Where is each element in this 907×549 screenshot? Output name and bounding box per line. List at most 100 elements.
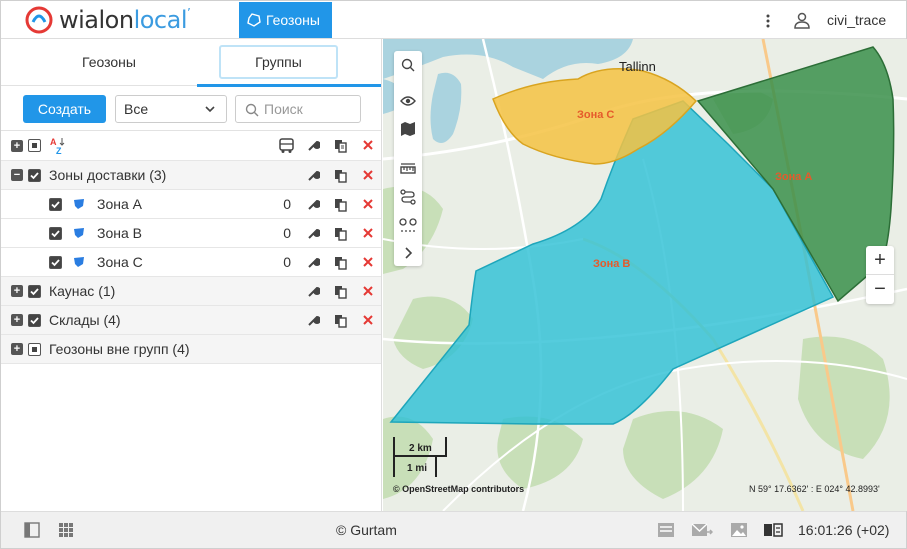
wrench-icon[interactable]	[307, 285, 320, 298]
delete-icon[interactable]	[362, 256, 374, 268]
copy-icon[interactable]	[334, 198, 347, 212]
group-row-ungrouped[interactable]: + Геозоны вне групп (4)	[1, 335, 381, 364]
polygon-icon	[73, 198, 85, 210]
ruler-icon[interactable]	[394, 155, 422, 183]
wrench-icon[interactable]	[307, 139, 320, 152]
group-row-warehouses[interactable]: + Склады (4)	[1, 306, 381, 335]
delete-icon[interactable]	[362, 227, 374, 239]
unit-count: 0	[283, 225, 291, 241]
delete-all-icon[interactable]	[362, 139, 374, 151]
zone-label-c[interactable]: Зона C	[577, 109, 614, 121]
cursor-coordinates: N 59° 17.6362' : E 024° 42.8993'	[749, 484, 880, 494]
copy-icon[interactable]	[334, 285, 347, 299]
wrench-icon[interactable]	[307, 169, 320, 182]
wrench-icon[interactable]	[307, 227, 320, 240]
zone-label-b[interactable]: Зона B	[593, 258, 630, 270]
layout-icon[interactable]	[763, 522, 783, 538]
logo-word-1: wialon	[59, 6, 134, 34]
tree-header-row: + AZ	[1, 131, 381, 161]
zoom-out-button[interactable]: −	[866, 275, 894, 304]
eye-icon[interactable]	[394, 87, 422, 115]
copy-properties-icon[interactable]	[334, 139, 347, 153]
wrench-icon[interactable]	[307, 256, 320, 269]
logo[interactable]: wialonlocal’	[25, 6, 191, 34]
image-icon[interactable]	[730, 522, 748, 538]
wrench-icon[interactable]	[307, 314, 320, 327]
scale-km-label: 2 km	[409, 443, 432, 454]
geofence-row-zone-b[interactable]: Зона B 0	[1, 219, 381, 248]
more-menu-icon[interactable]	[758, 11, 778, 31]
select-all-checkbox[interactable]	[28, 139, 41, 152]
copy-icon[interactable]	[334, 169, 347, 183]
copy-icon[interactable]	[334, 256, 347, 270]
group-name: Геозоны вне групп (4)	[49, 341, 190, 357]
delete-icon[interactable]	[362, 314, 374, 326]
collapse-icon[interactable]: −	[11, 169, 23, 181]
search-placeholder: Поиск	[264, 101, 303, 117]
scale-mi-label: 1 mi	[407, 463, 428, 474]
group-checkbox[interactable]	[28, 343, 41, 356]
sort-az-icon[interactable]: AZ	[50, 137, 66, 155]
map-view[interactable]: Tallinn Зона C Зона A Зона B + − 2 km 1 …	[383, 39, 907, 511]
group-name: Склады (4)	[49, 312, 121, 328]
group-row-kaunas[interactable]: + Каунас (1)	[1, 277, 381, 306]
geofence-name: Зона B	[97, 225, 142, 241]
delete-icon[interactable]	[362, 169, 374, 181]
search-icon	[245, 103, 259, 117]
wrench-icon[interactable]	[307, 198, 320, 211]
panel-toggle-icon[interactable]	[24, 522, 40, 538]
logo-text: wialonlocal’	[59, 6, 191, 34]
group-tree: + AZ − Зоны доставки (3) Зона A 0 Зона B…	[1, 131, 381, 364]
geofence-panel: Геозоны Группы Создать Все Поиск + AZ − …	[1, 39, 382, 511]
map-attribution[interactable]: © OpenStreetMap contributors	[393, 484, 524, 494]
filter-select-value: Все	[124, 101, 149, 117]
copy-icon[interactable]	[334, 227, 347, 241]
messages-icon[interactable]	[691, 522, 713, 538]
copy-icon[interactable]	[334, 314, 347, 328]
tab-geofences[interactable]: Геозоны	[41, 45, 177, 79]
map-search-icon[interactable]	[394, 51, 422, 79]
bus-icon[interactable]	[278, 138, 295, 154]
geofence-row-zone-c[interactable]: Зона C 0	[1, 248, 381, 277]
user-name[interactable]: civi_trace	[827, 12, 886, 28]
geofence-row-zone-a[interactable]: Зона A 0	[1, 190, 381, 219]
expand-all-icon[interactable]: +	[11, 140, 23, 152]
panel-toolbar: Создать Все Поиск	[1, 87, 381, 131]
polygon-icon	[73, 256, 85, 268]
user-icon[interactable]	[793, 11, 811, 32]
logo-icon	[25, 6, 53, 34]
geofence-name: Зона A	[97, 196, 142, 212]
svg-text:Z: Z	[56, 146, 62, 155]
map-layers-icon[interactable]	[394, 115, 422, 143]
expand-icon[interactable]: +	[11, 314, 23, 326]
zone-label-a[interactable]: Зона A	[775, 171, 812, 183]
notifications-icon[interactable]	[657, 522, 675, 538]
bottom-bar: © Gurtam 16:01:26 (+02)	[1, 511, 906, 548]
nav-tab-geofences[interactable]: Геозоны	[239, 2, 332, 38]
group-row-delivery-zones[interactable]: − Зоны доставки (3)	[1, 161, 381, 190]
filter-select[interactable]: Все	[115, 95, 227, 123]
group-checkbox[interactable]	[28, 314, 41, 327]
apps-grid-icon[interactable]	[58, 522, 74, 538]
city-label: Tallinn	[619, 59, 656, 74]
tab-groups[interactable]: Группы	[219, 45, 338, 79]
group-checkbox[interactable]	[28, 285, 41, 298]
zoom-in-button[interactable]: +	[866, 246, 894, 275]
expand-icon[interactable]: +	[11, 343, 23, 355]
geofence-checkbox[interactable]	[49, 198, 62, 211]
geofence-checkbox[interactable]	[49, 227, 62, 240]
top-bar: wialonlocal’ Геозоны civi_trace	[1, 1, 906, 39]
points-route-icon[interactable]	[394, 211, 422, 239]
geofence-name: Зона C	[97, 254, 143, 270]
chevron-right-icon[interactable]	[394, 239, 422, 267]
delete-icon[interactable]	[362, 285, 374, 297]
copyright: © Gurtam	[336, 522, 397, 538]
geofence-checkbox[interactable]	[49, 256, 62, 269]
delete-icon[interactable]	[362, 198, 374, 210]
search-input[interactable]: Поиск	[235, 95, 361, 123]
route-icon[interactable]	[394, 183, 422, 211]
create-button[interactable]: Создать	[23, 95, 106, 123]
group-checkbox[interactable]	[28, 169, 41, 182]
geofence-icon	[247, 13, 261, 27]
expand-icon[interactable]: +	[11, 285, 23, 297]
